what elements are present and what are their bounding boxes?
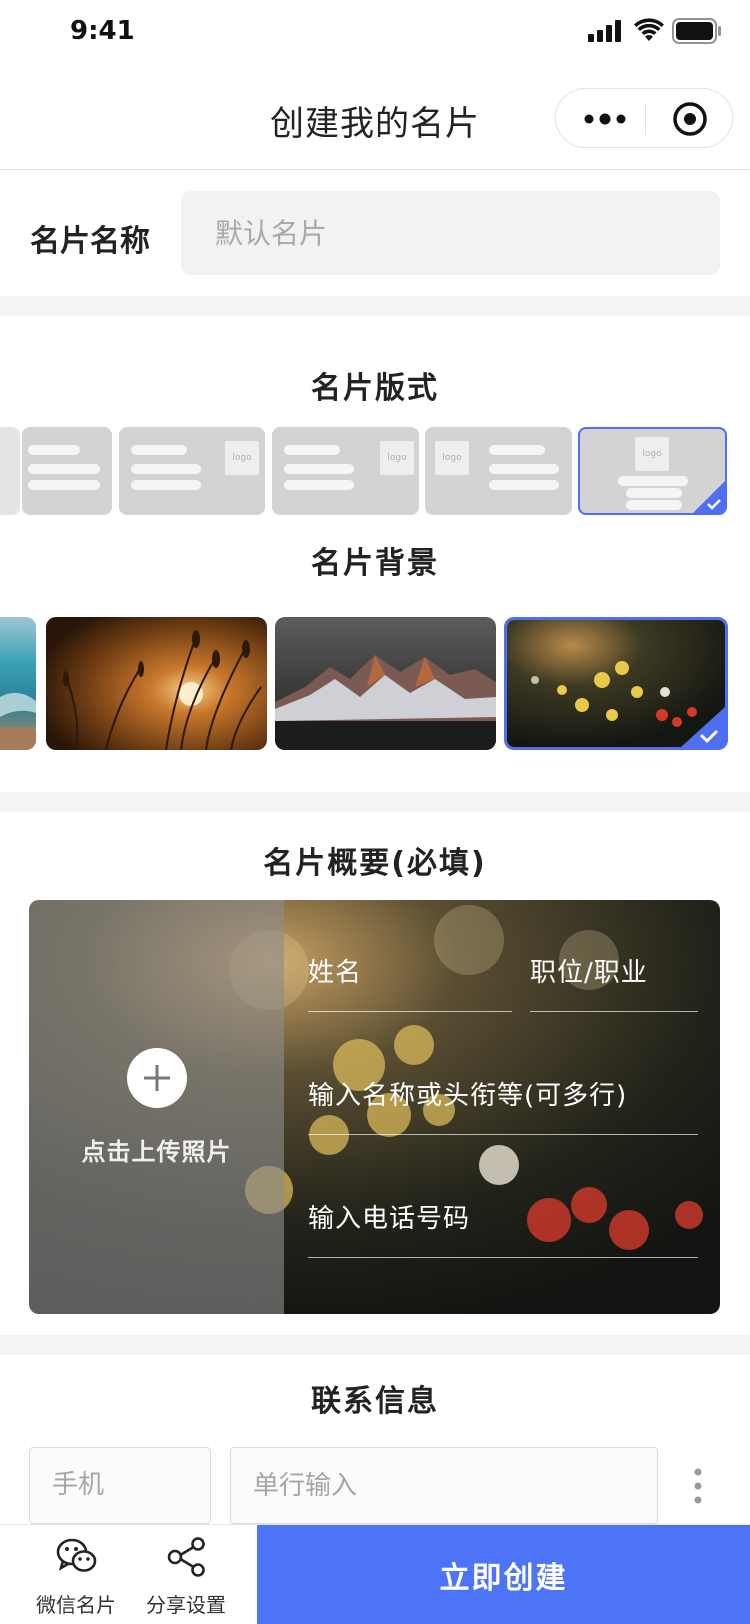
check-icon [693,481,725,513]
check-icon [681,707,725,747]
battery-icon [672,18,721,44]
status-bar: 9:41 [0,0,750,64]
create-now-button[interactable]: 立即创建 [257,1525,750,1624]
layout-option-4[interactable]: logo [272,427,419,515]
signal-icon [588,20,621,42]
summary-section-title: 名片概要(必填) [263,846,487,881]
status-time: 9:41 [70,16,135,46]
nav-bar: 创建我的名片 [0,64,750,170]
upload-photo-area[interactable]: 点击上传照片 [29,900,284,1314]
share-settings-label: 分享设置 [146,1593,226,1617]
background-option-sunset-grass[interactable] [46,617,267,750]
card-name-row: 名片名称 [0,170,750,296]
name-field[interactable]: 姓名 [308,952,512,1012]
capsule-divider [645,103,646,135]
plus-icon [127,1048,187,1108]
background-option-beach[interactable] [0,617,36,750]
section-divider [0,1335,750,1355]
layout-option-3[interactable]: logo [119,427,265,515]
background-option-mountains[interactable] [275,617,496,750]
wechat-icon [56,1538,97,1572]
bottom-bar: 微信名片 分享设置 立即创建 [0,1524,750,1624]
logo-placeholder: logo [225,441,259,475]
share-icon [167,1537,205,1577]
miniprogram-capsule [555,88,733,148]
title-field[interactable]: 输入名称或头衔等(可多行) [308,1075,698,1135]
layout-option-2[interactable] [22,427,112,515]
logo-placeholder: logo [635,437,669,471]
wechat-card-tab[interactable]: 微信名片 [16,1525,136,1624]
more-icon[interactable] [580,107,630,131]
logo-placeholder: logo [435,441,469,475]
contact-value-input[interactable] [230,1447,658,1524]
kebab-icon[interactable] [690,1466,706,1506]
wechat-card-label: 微信名片 [36,1593,116,1617]
background-option-flowers[interactable] [504,617,728,750]
phone-field[interactable]: 输入电话号码 [308,1198,698,1258]
section-divider [0,296,750,316]
layout-option-1[interactable] [0,427,20,515]
target-icon[interactable] [672,101,708,137]
layout-option-6[interactable]: logo [578,427,727,515]
position-field[interactable]: 职位/职业 [530,952,698,1012]
contact-type-select[interactable]: 手机 [29,1447,211,1524]
logo-placeholder: logo [380,441,414,475]
contact-section-title: 联系信息 [311,1384,439,1419]
background-section-title: 名片背景 [311,546,439,581]
card-preview: 点击上传照片 姓名 职位/职业 输入名称或头衔等(可多行) 输入电话号码 [29,900,720,1314]
upload-photo-label: 点击上传照片 [81,1138,232,1166]
wifi-icon [634,18,664,41]
share-settings-tab[interactable]: 分享设置 [126,1525,246,1624]
layout-option-5[interactable]: logo [425,427,572,515]
card-name-input[interactable] [181,191,720,275]
card-name-label: 名片名称 [30,224,150,259]
layout-section-title: 名片版式 [311,371,439,406]
section-divider [0,792,750,812]
